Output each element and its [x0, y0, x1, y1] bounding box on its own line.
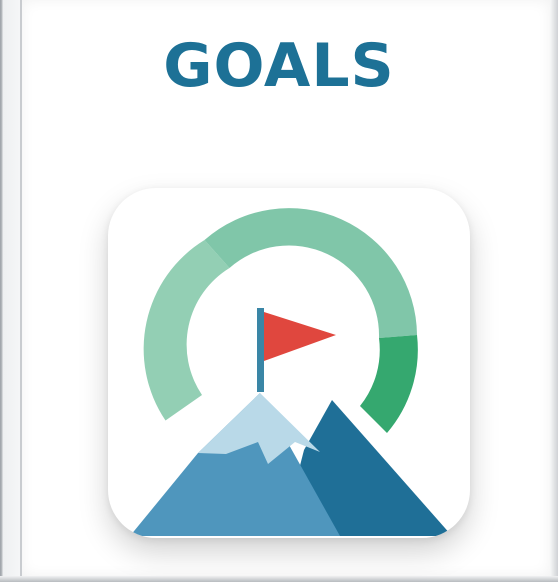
screenshot-stage: GOALS: [0, 0, 558, 582]
flag-pole: [257, 308, 264, 392]
mountain-flag-icon: [130, 208, 452, 536]
page-title: GOALS: [163, 31, 395, 101]
ring-segment-dark: [360, 335, 418, 433]
flag-icon: [264, 312, 336, 361]
goals-app-icon[interactable]: [108, 188, 470, 538]
ring-segment-light: [143, 240, 230, 421]
ring-segment-mid: [204, 208, 417, 338]
frame-bottom-edge: [0, 576, 558, 582]
